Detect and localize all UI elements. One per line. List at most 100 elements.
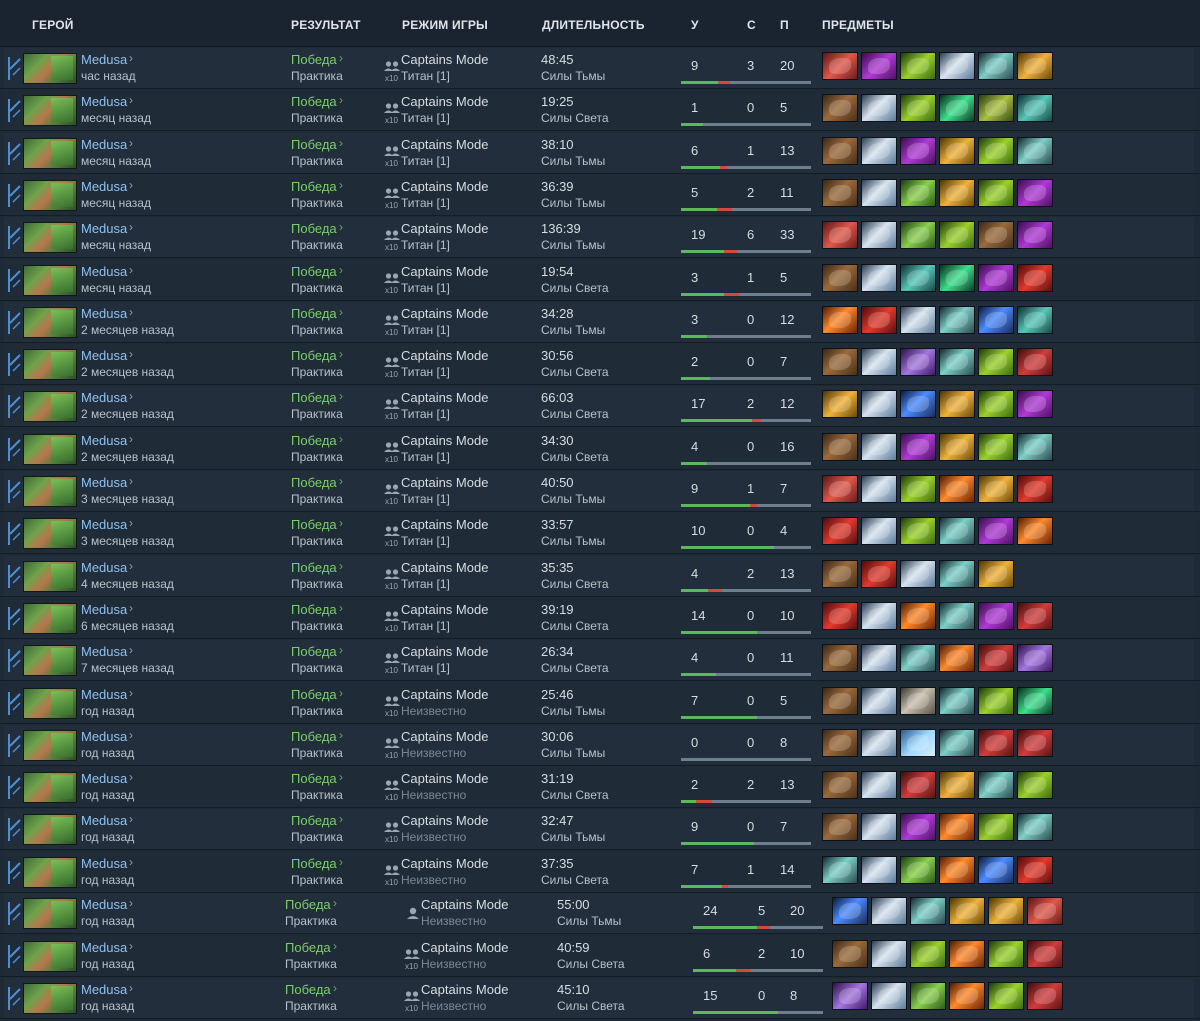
hero-name-link[interactable]: Medusa bbox=[81, 475, 127, 490]
item-yasha-icon[interactable] bbox=[900, 178, 936, 207]
item-desolator-icon[interactable] bbox=[1017, 728, 1053, 757]
item-gem-icon[interactable] bbox=[939, 263, 975, 292]
item-radiance-icon[interactable] bbox=[949, 982, 985, 1010]
item-gem-icon[interactable] bbox=[939, 94, 975, 123]
item-orb-icon[interactable] bbox=[978, 855, 1014, 884]
match-row[interactable]: Medusa › год назад Победа › Практика x10 Captai… bbox=[0, 935, 1200, 977]
item-eye-icon[interactable] bbox=[900, 644, 936, 673]
match-row[interactable]: Medusa › месяц назад Победа › Практика x10 Capt… bbox=[0, 216, 1200, 259]
item-eye-icon[interactable] bbox=[939, 348, 975, 377]
match-row[interactable]: Medusa › год назад Победа › Практика Captains … bbox=[0, 892, 1200, 934]
match-row[interactable]: Medusa › месяц назад Победа › Практика x10 Capt… bbox=[0, 259, 1200, 301]
hero-portrait[interactable] bbox=[23, 645, 77, 677]
item-dagon-icon[interactable] bbox=[1017, 221, 1053, 250]
item-mjollnir-icon[interactable] bbox=[1017, 52, 1053, 80]
hero-name-link[interactable]: Medusa bbox=[81, 644, 127, 659]
item-butterfly-icon[interactable] bbox=[939, 221, 975, 250]
item-manta-icon[interactable] bbox=[861, 94, 897, 123]
item-eye-icon[interactable] bbox=[939, 686, 975, 715]
item-mjollnir-icon[interactable] bbox=[939, 178, 975, 207]
item-radiance-icon[interactable] bbox=[900, 601, 936, 630]
item-radiance-icon[interactable] bbox=[1017, 517, 1053, 546]
item-manta-icon[interactable] bbox=[871, 897, 907, 925]
item-linken-icon[interactable] bbox=[1017, 305, 1053, 334]
match-row[interactable]: Medusa › 3 месяцев назад Победа › Практика x10… bbox=[0, 512, 1200, 555]
match-result-link[interactable]: Победа bbox=[291, 306, 337, 321]
hero-name-link[interactable]: Medusa bbox=[81, 856, 127, 871]
hero-portrait[interactable] bbox=[23, 941, 77, 972]
hero-name-link[interactable]: Medusa bbox=[81, 179, 127, 194]
item-satanic-icon[interactable] bbox=[1017, 855, 1053, 884]
item-eye-icon[interactable] bbox=[978, 52, 1014, 80]
item-manta-icon[interactable] bbox=[861, 263, 897, 292]
match-row[interactable]: Medusa › 3 месяцев назад Победа › Практика x10… bbox=[0, 470, 1200, 512]
item-gem-icon[interactable] bbox=[1017, 686, 1053, 715]
item-yasha-icon[interactable] bbox=[900, 221, 936, 250]
match-result-link[interactable]: Победа bbox=[291, 433, 337, 448]
item-mjollnir-icon[interactable] bbox=[988, 897, 1024, 925]
item-eye-icon[interactable] bbox=[822, 855, 858, 884]
item-manta-icon[interactable] bbox=[861, 686, 897, 715]
item-dagon-icon[interactable] bbox=[900, 813, 936, 842]
item-dagon-icon[interactable] bbox=[900, 432, 936, 461]
hero-name-link[interactable]: Medusa bbox=[81, 771, 127, 786]
item-eye-icon[interactable] bbox=[939, 728, 975, 757]
item-mjollnir-icon[interactable] bbox=[939, 432, 975, 461]
hero-name-link[interactable]: Medusa bbox=[81, 687, 127, 702]
item-butterfly-icon[interactable] bbox=[978, 136, 1014, 165]
hero-portrait[interactable] bbox=[23, 687, 77, 719]
item-mjollnir-icon[interactable] bbox=[939, 390, 975, 419]
item-yasha-icon[interactable] bbox=[900, 855, 936, 884]
item-manta-icon[interactable] bbox=[900, 305, 936, 334]
match-result-link[interactable]: Победа bbox=[291, 137, 337, 152]
hero-portrait[interactable] bbox=[23, 391, 77, 423]
item-treads-icon[interactable] bbox=[822, 263, 858, 292]
hero-name-link[interactable]: Medusa bbox=[81, 221, 127, 236]
hero-name-link[interactable]: Medusa bbox=[81, 52, 127, 67]
item-mjollnir-icon[interactable] bbox=[939, 771, 975, 800]
match-result-link[interactable]: Победа bbox=[291, 390, 337, 405]
item-butterfly-icon[interactable] bbox=[900, 475, 936, 503]
hero-name-link[interactable]: Medusa bbox=[81, 602, 127, 617]
item-daedalus-icon[interactable] bbox=[822, 475, 858, 503]
item-butterfly-icon[interactable] bbox=[1017, 771, 1053, 800]
item-yasha-icon[interactable] bbox=[910, 982, 946, 1010]
match-result-link[interactable]: Победа bbox=[291, 729, 337, 744]
item-treads-icon[interactable] bbox=[822, 432, 858, 461]
item-treads-icon[interactable] bbox=[822, 686, 858, 715]
item-butterfly-icon[interactable] bbox=[900, 517, 936, 546]
col-assists-header[interactable]: П bbox=[780, 18, 789, 32]
item-manta-icon[interactable] bbox=[861, 855, 897, 884]
match-row[interactable]: Medusa › 2 месяцев назад Победа › Практика x10… bbox=[0, 343, 1200, 386]
item-treads-icon[interactable] bbox=[822, 771, 858, 800]
item-mjollnir-icon[interactable] bbox=[978, 559, 1014, 588]
item-manta-icon[interactable] bbox=[861, 221, 897, 250]
match-row[interactable]: Medusa › месяц назад Победа › Практика x10 Capt… bbox=[0, 89, 1200, 132]
item-treads-icon[interactable] bbox=[822, 348, 858, 377]
hero-name-link[interactable]: Medusa bbox=[81, 306, 127, 321]
item-satanic-icon[interactable] bbox=[1017, 475, 1053, 503]
item-dagon-icon[interactable] bbox=[978, 517, 1014, 546]
hero-name-link[interactable]: Medusa bbox=[81, 94, 127, 109]
item-radiance-icon[interactable] bbox=[939, 644, 975, 673]
item-manta-icon[interactable] bbox=[861, 432, 897, 461]
item-eye-icon[interactable] bbox=[939, 559, 975, 588]
item-orb-icon[interactable] bbox=[832, 897, 868, 925]
hero-portrait[interactable] bbox=[23, 349, 77, 381]
item-desolator-icon[interactable] bbox=[1027, 940, 1063, 968]
item-manta-icon[interactable] bbox=[871, 940, 907, 968]
item-manta-icon[interactable] bbox=[861, 178, 897, 207]
hero-portrait[interactable] bbox=[23, 179, 77, 211]
hero-portrait[interactable] bbox=[23, 856, 77, 888]
item-desolator-icon[interactable] bbox=[1017, 348, 1053, 377]
item-linken-icon[interactable] bbox=[1017, 94, 1053, 123]
item-manta-icon[interactable] bbox=[861, 348, 897, 377]
hero-name-link[interactable]: Medusa bbox=[81, 137, 127, 152]
item-eye-icon[interactable] bbox=[939, 601, 975, 630]
item-manta-icon[interactable] bbox=[861, 771, 897, 800]
item-satanic-icon[interactable] bbox=[861, 305, 897, 334]
col-deaths-header[interactable]: С bbox=[747, 18, 756, 32]
hero-portrait[interactable] bbox=[23, 772, 77, 804]
match-row[interactable]: Medusa › месяц назад Победа › Практика x10 Capt… bbox=[0, 174, 1200, 216]
item-manta-icon[interactable] bbox=[861, 475, 897, 503]
